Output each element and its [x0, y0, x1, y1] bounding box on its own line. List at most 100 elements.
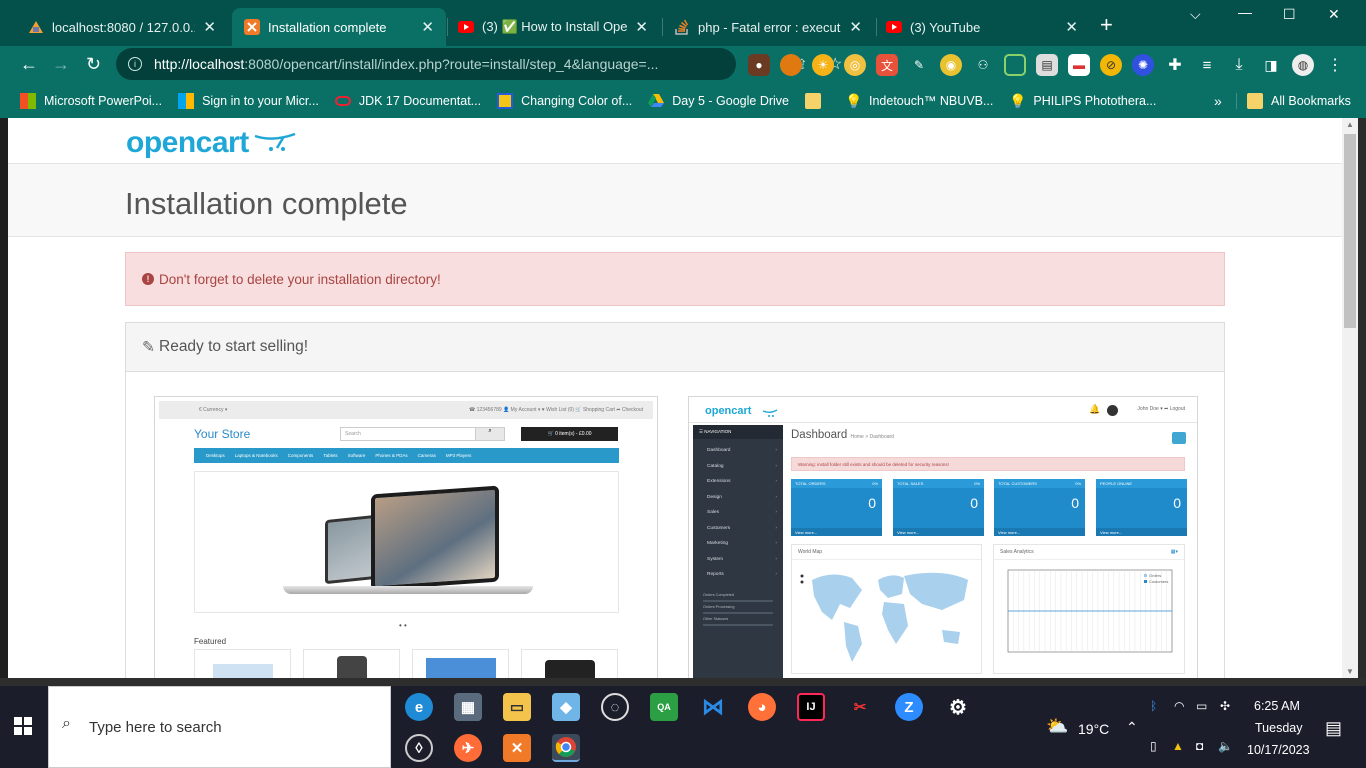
bookmark-microsoft-signin[interactable]: Sign in to your Micr... — [178, 93, 319, 109]
weather-icon[interactable]: ⛅ — [1046, 716, 1068, 737]
ring-extension-icon[interactable]: ◎ — [844, 54, 866, 76]
scroll-up-arrow-icon[interactable]: ▲ — [1346, 120, 1354, 129]
all-bookmarks[interactable]: All Bookmarks — [1236, 93, 1351, 109]
address-bar[interactable]: i http://localhost:8080/opencart/install… — [116, 48, 842, 80]
chrome-like-extension-icon[interactable]: ◉ — [940, 54, 962, 76]
xampp-icon[interactable]: ✕ — [503, 734, 531, 762]
delete-install-alert: ! Don't forget to delete your installati… — [125, 252, 1225, 306]
volume-icon[interactable]: 🔈 — [1218, 739, 1233, 753]
media-list-icon[interactable]: ≡ — [1196, 54, 1218, 76]
intellij-icon[interactable]: IJ — [797, 693, 825, 721]
clock-date[interactable]: 10/17/2023 — [1247, 743, 1310, 757]
firefox-icon[interactable]: ◕ — [748, 693, 776, 721]
clock-time[interactable]: 6:25 AM — [1254, 699, 1300, 713]
webcam-icon[interactable]: ◘ — [1196, 739, 1203, 753]
translate-extension-icon[interactable]: 文 — [876, 54, 898, 76]
bookmark-philips[interactable]: 💡 PHILIPS Photothera... — [1009, 93, 1156, 109]
network-icon[interactable]: ✣ — [1220, 699, 1230, 713]
laptop-image — [371, 485, 499, 591]
bookmark-folder[interactable] — [805, 93, 829, 109]
battery-icon[interactable]: ▭ — [1196, 699, 1207, 713]
lightbulb-icon: 💡 — [845, 93, 863, 109]
cookie-extension-icon[interactable]: ● — [748, 54, 770, 76]
admin-header: opencart 🔔 John Doe ▾ ➦ Logout — [689, 397, 1197, 423]
postman-icon[interactable]: ✈ — [454, 734, 482, 762]
snipping-tool-icon[interactable]: ✂ — [846, 693, 874, 721]
gear-extension-icon[interactable]: ✺ — [1132, 54, 1154, 76]
page-scrollbar[interactable]: ▲ ▼ — [1342, 118, 1358, 678]
close-tab-icon[interactable]: ✕ — [421, 18, 434, 36]
calculator-icon[interactable]: ▦ — [454, 693, 482, 721]
close-tab-icon[interactable]: ✕ — [1065, 18, 1078, 36]
admin-screenshot[interactable]: opencart 🔔 John Doe ▾ ➦ Logout ☰ NAVIGAT… — [688, 396, 1198, 678]
folder-icon — [1247, 93, 1263, 109]
wifi-icon[interactable]: ◠ — [1174, 699, 1184, 713]
bookmark-changing-color[interactable]: Changing Color of... — [497, 93, 632, 109]
scrollbar-thumb[interactable] — [1344, 134, 1356, 328]
zoom-icon[interactable]: Z — [895, 693, 923, 721]
firefox-like-extension-icon[interactable] — [780, 54, 802, 76]
opencart-icon — [244, 19, 260, 35]
admin-menu-item: System — [693, 552, 783, 568]
new-tab-button[interactable]: + — [1100, 14, 1113, 36]
show-hidden-icons-chevron[interactable]: ⌃ — [1126, 719, 1138, 736]
calendar-extension-icon[interactable]: ▤ — [1036, 54, 1058, 76]
bookmark-google-drive[interactable]: Day 5 - Google Drive — [648, 93, 789, 109]
google-drive-icon — [648, 93, 665, 109]
bookmark-indetouch[interactable]: 💡 Indetouch™ NBUVB... — [845, 93, 993, 109]
taskbar-search-box[interactable]: ⌕ Type here to search — [48, 686, 391, 768]
forward-arrow-icon[interactable]: → — [52, 54, 70, 74]
tab-phpmyadmin[interactable]: localhost:8080 / 127.0.0.1 | p ✕ — [16, 8, 228, 46]
tab-search-chevron-icon[interactable]: ⌵ — [1190, 6, 1201, 23]
aperture-icon[interactable]: ◌ — [601, 693, 629, 721]
notifications-icon[interactable]: ▤ — [1325, 718, 1342, 739]
maximize-button[interactable]: ☐ — [1283, 6, 1296, 23]
vscode-icon[interactable]: ⋈ — [699, 693, 727, 721]
close-tab-icon[interactable]: ✕ — [849, 18, 862, 36]
oracle-icon — [334, 96, 351, 106]
notepad-icon[interactable]: ◆ — [552, 693, 580, 721]
sun-extension-icon[interactable]: ☀ — [812, 54, 834, 76]
more-menu-icon[interactable]: ⋮ — [1324, 54, 1346, 76]
weather-temperature[interactable]: 19°C — [1078, 721, 1109, 737]
screenshot-extension-icon[interactable] — [1004, 54, 1026, 76]
bluetooth-icon[interactable]: ᛒ — [1150, 699, 1157, 713]
back-arrow-icon[interactable]: ← — [20, 54, 38, 74]
usb-icon[interactable]: ▯ — [1150, 739, 1157, 753]
tab-stackoverflow[interactable]: php - Fatal error : execution ✕ — [662, 8, 874, 46]
clock-day[interactable]: Tuesday — [1255, 721, 1302, 735]
note-extension-icon[interactable]: ▬ — [1068, 54, 1090, 76]
app-tray-icon[interactable]: ▲ — [1172, 739, 1184, 753]
edge-icon[interactable]: e — [405, 693, 433, 721]
eyedropper-extension-icon[interactable]: ✎ — [908, 54, 930, 76]
close-window-button[interactable]: ✕ — [1328, 6, 1340, 23]
opencart-logo[interactable]: opencart — [126, 126, 297, 160]
side-panel-icon[interactable]: ◨ — [1260, 54, 1282, 76]
tab-installation-complete[interactable]: Installation complete ✕ — [232, 8, 446, 46]
file-explorer-icon[interactable]: ▭ — [503, 693, 531, 721]
site-info-icon[interactable]: i — [128, 57, 142, 71]
download-icon[interactable]: ⤓ — [1228, 54, 1250, 76]
minimize-button[interactable]: — — [1238, 4, 1252, 20]
pin-app-icon[interactable]: ◊ — [405, 734, 433, 762]
storefront-screenshot[interactable]: € Currency ▾ ☎ 123456789 👤 My Account ▾ … — [154, 396, 658, 678]
reload-icon[interactable]: ↻ — [86, 54, 101, 74]
no-symbol-extension-icon[interactable]: ⊘ — [1100, 54, 1122, 76]
bookmark-powerpoint[interactable]: Microsoft PowerPoi... — [20, 93, 162, 109]
puzzle-icon[interactable]: ✚ — [1164, 54, 1186, 76]
tab-youtube-howto[interactable]: (3) ✅ How to Install OpenC ✕ — [446, 8, 660, 46]
more-bookmarks-chevron[interactable]: » — [1214, 93, 1222, 109]
chrome-icon[interactable] — [552, 734, 580, 762]
tab-youtube[interactable]: (3) YouTube ✕ — [874, 8, 1090, 46]
close-tab-icon[interactable]: ✕ — [203, 18, 216, 36]
settings-gear-icon[interactable]: ⚙ — [944, 693, 972, 721]
qa-preview-icon[interactable]: QA — [650, 693, 678, 721]
bookmark-jdk-docs[interactable]: JDK 17 Documentat... — [334, 94, 481, 108]
window-edge — [1358, 118, 1366, 678]
user-extension-icon[interactable]: ⚇ — [972, 54, 994, 76]
windows-start-icon[interactable] — [14, 717, 32, 740]
close-tab-icon[interactable]: ✕ — [635, 18, 648, 36]
scroll-down-arrow-icon[interactable]: ▼ — [1346, 667, 1354, 676]
extensions-area: ● ☀ ◎ 文 ✎ ◉ ⚇ ▤ ▬ ⊘ ✺ ✚ ≡ ⤓ ◨ ◍ ⋮ — [748, 54, 1346, 76]
profile-avatar[interactable]: ◍ — [1292, 54, 1314, 76]
